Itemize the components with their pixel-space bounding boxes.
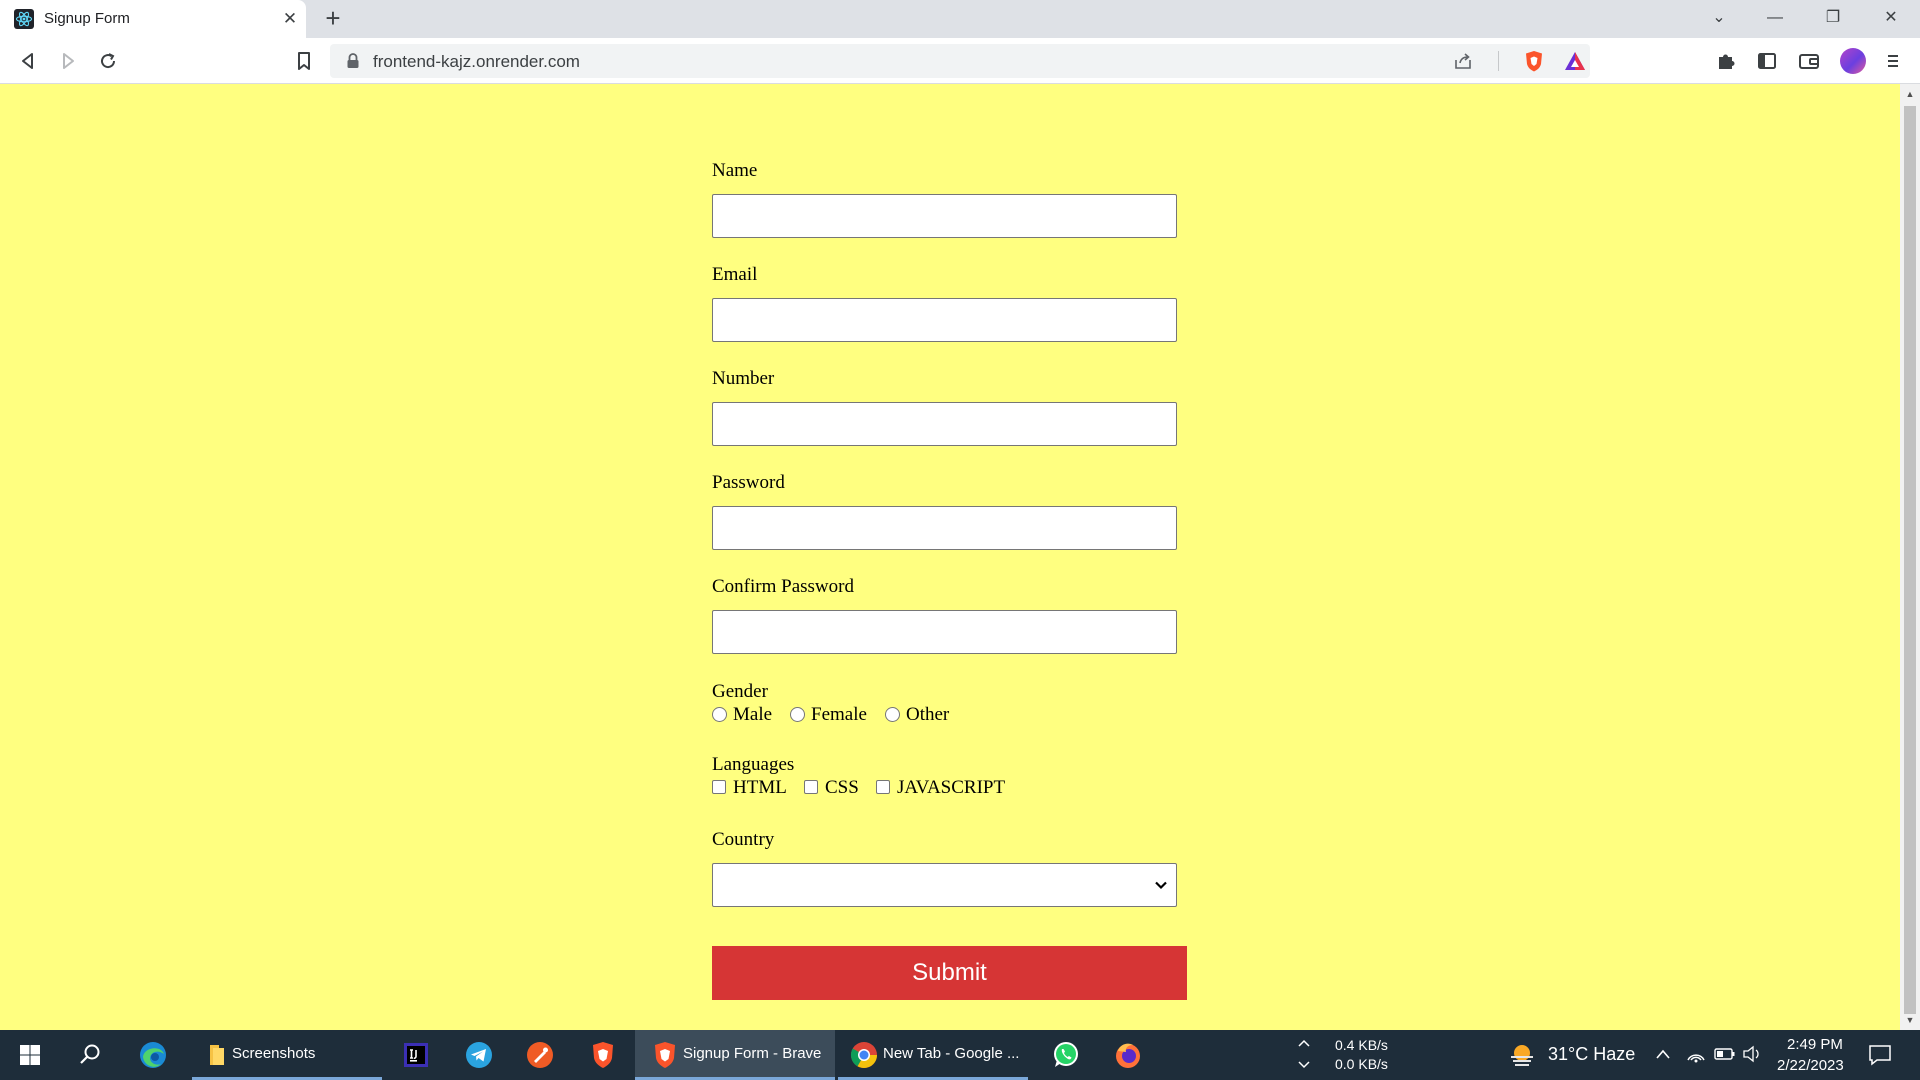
windows-taskbar: Screenshots Signup Form - Brave New Tab … (0, 1030, 1920, 1080)
gender-male-label[interactable]: Male (733, 704, 772, 726)
languages-label: Languages (712, 754, 795, 775)
battery-icon[interactable] (1714, 1047, 1736, 1061)
weather-text[interactable]: 31°C Haze (1548, 1044, 1635, 1065)
address-bar-divider (1498, 51, 1499, 71)
gender-label: Gender (712, 681, 768, 702)
forward-icon[interactable] (55, 48, 81, 74)
network-download-speed: 0.0 KB/s (1335, 1056, 1388, 1072)
address-bar[interactable]: frontend-kajz.onrender.com (330, 44, 1590, 78)
intellij-icon[interactable] (400, 1039, 432, 1071)
password-label: Password (712, 472, 785, 493)
firefox-icon[interactable] (1112, 1039, 1144, 1071)
back-icon[interactable] (15, 48, 41, 74)
tab-title: Signup Form (44, 10, 130, 27)
taskbar-item-signup-form-brave[interactable]: Signup Form - Brave (635, 1030, 835, 1080)
bookmark-icon[interactable] (291, 48, 317, 74)
taskbar-item-label: Signup Form - Brave (683, 1045, 822, 1062)
chrome-icon (850, 1042, 878, 1069)
brave-browser-icon[interactable] (587, 1039, 619, 1071)
taskbar-item-screenshots[interactable]: Screenshots (192, 1030, 382, 1080)
page-viewport: Name Email Number Password Confirm Passw… (0, 84, 1900, 1030)
language-css-label[interactable]: CSS (825, 777, 859, 799)
network-upload-speed: 0.4 KB/s (1335, 1037, 1388, 1053)
tab-list-chevron-icon[interactable]: ⌄ (1704, 5, 1734, 31)
show-hidden-icons-chevron-icon[interactable] (1655, 1048, 1671, 1060)
gender-female-label[interactable]: Female (811, 704, 867, 726)
language-css-checkbox[interactable] (804, 780, 818, 794)
submit-button[interactable]: Submit (712, 946, 1187, 1000)
postman-icon[interactable] (524, 1039, 556, 1071)
tab-strip: Signup Form ✕ + ⌄ — ❐ ✕ (0, 0, 1920, 38)
telegram-icon[interactable] (463, 1039, 495, 1071)
gender-female-radio[interactable] (790, 707, 805, 722)
folder-icon (210, 1045, 224, 1065)
browser-toolbar: frontend-kajz.onrender.com (0, 38, 1920, 84)
close-window-button[interactable]: ✕ (1876, 5, 1906, 31)
edge-icon[interactable] (137, 1039, 169, 1071)
new-tab-button[interactable]: + (320, 5, 346, 31)
lock-icon (347, 53, 359, 68)
clock-date[interactable]: 2/22/2023 (1777, 1057, 1844, 1074)
brave-browser-icon (655, 1042, 675, 1068)
weather-haze-icon[interactable] (1506, 1039, 1538, 1071)
email-label: Email (712, 264, 758, 285)
confirm-password-input[interactable] (712, 610, 1177, 654)
page-scrollbar[interactable]: ▲ ▼ (1900, 84, 1920, 1030)
tab-signup-form[interactable]: Signup Form ✕ (0, 0, 306, 38)
password-input[interactable] (712, 506, 1177, 550)
language-html-checkbox[interactable] (712, 780, 726, 794)
chevron-down-icon (1298, 1061, 1310, 1069)
wifi-icon[interactable] (1685, 1044, 1707, 1064)
scroll-up-arrow-icon[interactable]: ▲ (1900, 86, 1920, 102)
wallet-icon[interactable] (1796, 48, 1822, 74)
chevron-up-icon[interactable] (1297, 1038, 1311, 1048)
country-label: Country (712, 829, 775, 850)
gender-other-label[interactable]: Other (906, 704, 949, 726)
brave-rewards-icon[interactable] (1563, 50, 1587, 72)
number-input[interactable] (712, 402, 1177, 446)
language-javascript-checkbox[interactable] (876, 780, 890, 794)
confirm-password-label: Confirm Password (712, 576, 854, 597)
country-select[interactable] (712, 863, 1177, 907)
url-text: frontend-kajz.onrender.com (373, 52, 580, 71)
sidebar-icon[interactable] (1754, 48, 1780, 74)
taskbar-item-label: New Tab - Google ... (883, 1045, 1020, 1062)
brave-shields-icon[interactable] (1522, 49, 1546, 73)
menu-icon[interactable] (1880, 48, 1906, 74)
name-input[interactable] (712, 194, 1177, 238)
scrollbar-thumb[interactable] (1904, 106, 1916, 1014)
whatsapp-icon[interactable] (1050, 1039, 1082, 1071)
restore-button[interactable]: ❐ (1818, 5, 1848, 31)
taskbar-item-new-tab-chrome[interactable]: New Tab - Google ... (838, 1030, 1028, 1080)
react-icon (14, 9, 34, 29)
tab-close-icon[interactable]: ✕ (280, 9, 300, 29)
reload-icon[interactable] (95, 48, 121, 74)
clock-time[interactable]: 2:49 PM (1787, 1036, 1843, 1053)
language-javascript-label[interactable]: JAVASCRIPT (897, 777, 1005, 799)
name-label: Name (712, 160, 758, 181)
extensions-icon[interactable] (1713, 48, 1739, 74)
scroll-down-arrow-icon[interactable]: ▼ (1900, 1012, 1920, 1028)
chevron-down-icon (1155, 881, 1167, 890)
profile-avatar[interactable] (1840, 48, 1866, 74)
taskbar-item-label: Screenshots (232, 1045, 316, 1062)
gender-other-radio[interactable] (885, 707, 900, 722)
gender-male-radio[interactable] (712, 707, 727, 722)
email-input[interactable] (712, 298, 1177, 342)
search-icon[interactable] (74, 1039, 106, 1071)
notifications-icon[interactable] (1868, 1044, 1892, 1066)
number-label: Number (712, 368, 775, 389)
windows-start-icon[interactable] (14, 1039, 46, 1071)
volume-icon[interactable] (1742, 1045, 1764, 1063)
share-icon[interactable] (1452, 50, 1474, 72)
minimize-button[interactable]: — (1760, 5, 1790, 31)
language-html-label[interactable]: HTML (733, 777, 787, 799)
